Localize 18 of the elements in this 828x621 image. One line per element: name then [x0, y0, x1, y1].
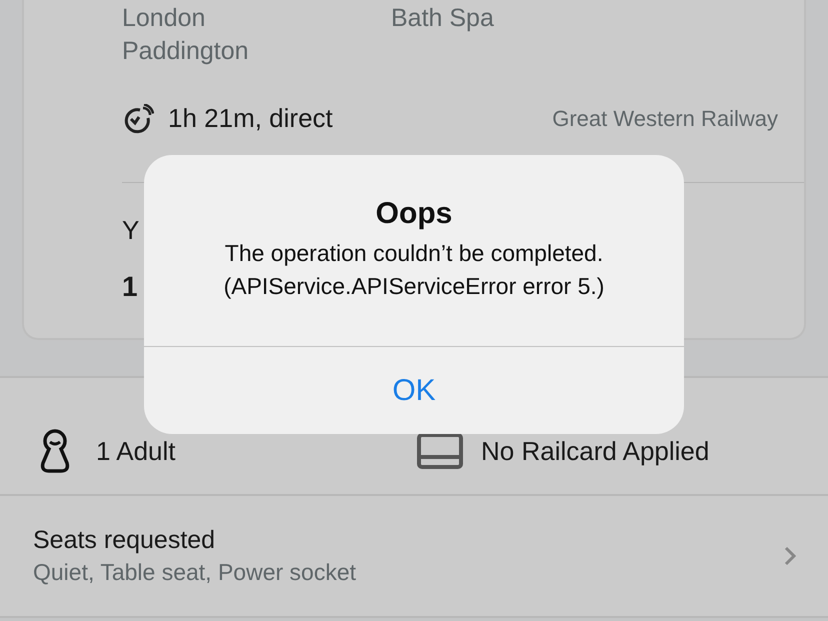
alert-title: Oops: [376, 197, 452, 231]
seat-options: Quiet, Table seat, Power socket: [33, 559, 356, 586]
seats-title: Seats requested: [33, 526, 216, 555]
destination-station: Bath Spa: [391, 3, 495, 34]
fare-label: Y: [122, 215, 140, 246]
alert-message: The operation couldn’t be completed. (APIService.APIServiceError error 5.): [224, 239, 604, 301]
ok-button[interactable]: OK: [144, 346, 684, 434]
card-icon: [417, 433, 463, 469]
passenger-count: 1 Adult: [96, 436, 176, 466]
railcard-status: No Railcard Applied: [481, 436, 710, 466]
journey-duration: 1h 21m, direct: [168, 103, 333, 134]
train-operator: Great Western Railway: [552, 106, 778, 132]
seats-row[interactable]: Seats requested Quiet, Table seat, Power socket: [0, 496, 828, 618]
person-icon: [38, 428, 72, 474]
chevron-icon: [784, 546, 796, 566]
clock-icon: [122, 104, 154, 134]
origin-station: London Paddington: [122, 3, 250, 67]
fare-price: 1: [122, 271, 138, 303]
